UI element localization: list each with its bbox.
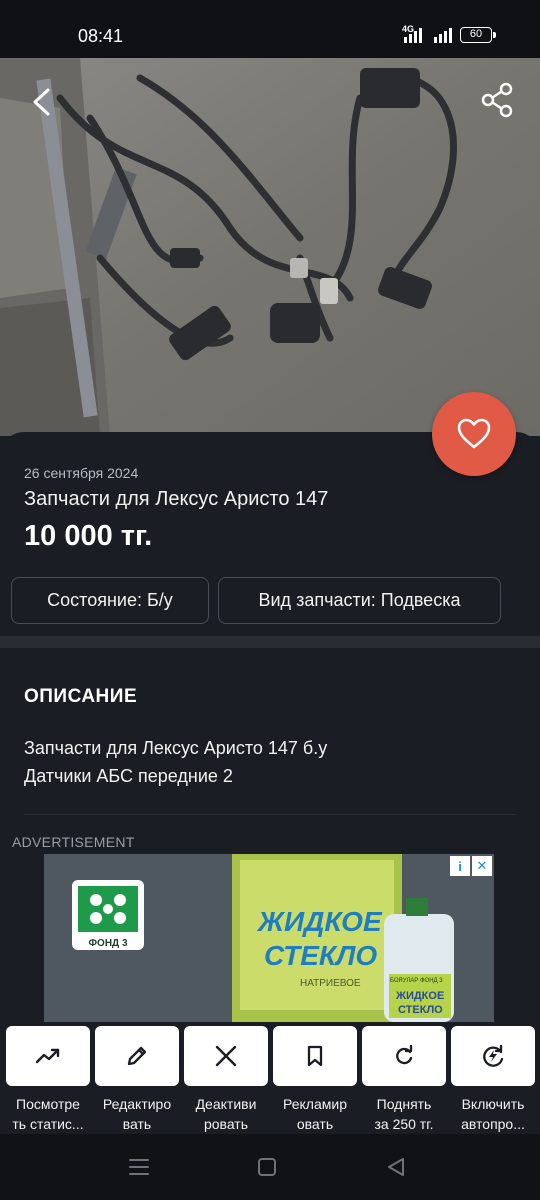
screen: { "status": { "time": "08:41", "network"… <box>0 0 540 1200</box>
listing-title: Запчасти для Лексус Аристо 147 <box>24 488 329 510</box>
action-edit-label: Редактиро вать <box>102 1096 172 1132</box>
action-deactivate[interactable]: Деактиви ровать <box>184 1026 268 1134</box>
auto-renew-icon <box>483 1044 504 1067</box>
action-bump[interactable]: Поднять за 250 тг. <box>362 1026 446 1134</box>
photo-image <box>0 58 540 436</box>
action-bump-label: Поднять за 250 тг. <box>374 1096 434 1132</box>
action-edit-button[interactable] <box>95 1026 179 1086</box>
action-auto-renew-button[interactable] <box>451 1026 535 1086</box>
ad-bottle-line1: ЖИДКОЕ <box>396 990 445 1002</box>
description-section <box>0 648 540 814</box>
status-time: 08:41 <box>78 26 124 46</box>
battery-icon: 60 <box>460 27 496 43</box>
favorite-button[interactable] <box>432 392 516 476</box>
action-view-stats-button[interactable] <box>6 1026 90 1086</box>
ad-product-sub: НАТРИЕВОЕ <box>300 978 361 989</box>
action-edit[interactable]: Редактиро вать <box>95 1026 179 1134</box>
status-bar: 08:41 4G 60 <box>0 0 540 58</box>
description-divider <box>24 814 516 815</box>
action-deactivate-label: Деактиви ровать <box>195 1096 257 1132</box>
ad-brand-caption: ФОНД 3 <box>88 938 128 949</box>
description-line-1: Запчасти для Лексус Аристо 147 б.у <box>24 738 328 758</box>
tag-condition: Состояние: Б/у <box>11 577 209 624</box>
action-deactivate-button[interactable] <box>184 1026 268 1086</box>
recent-apps-icon[interactable] <box>128 1157 150 1177</box>
action-view-stats-label: Посмотре ть статис... <box>12 1096 84 1132</box>
share-button[interactable] <box>478 80 518 120</box>
system-nav-bar <box>0 1134 540 1200</box>
listing-price: 10 000 тг. <box>24 520 153 552</box>
ad-close-icon[interactable]: ✕ <box>472 856 492 876</box>
chevron-left-icon <box>33 88 50 116</box>
pencil-icon <box>127 1046 147 1066</box>
ad-bottle-brand: БОЯУЛАР ФОНД 3 <box>390 978 443 984</box>
action-view-stats[interactable]: Посмотре ть статис... <box>6 1026 90 1134</box>
ad-banner[interactable]: ФОНД 3 ЖИДКОЕ СТЕКЛО НАТРИЕВОЕ БОЯУЛАР Ф… <box>44 854 494 1022</box>
back-nav-icon[interactable] <box>385 1156 407 1178</box>
description-line-2: Датчики АБС передние 2 <box>24 766 233 786</box>
action-promote-button[interactable] <box>273 1026 357 1086</box>
description-heading: ОПИСАНИЕ <box>24 686 138 707</box>
heart-icon <box>457 418 491 449</box>
ad-info-icon[interactable]: i <box>450 856 470 876</box>
ad-controls: i ✕ <box>450 856 492 876</box>
ad-label: ADVERTISEMENT <box>12 834 135 850</box>
action-bump-button[interactable] <box>362 1026 446 1086</box>
share-icon <box>481 82 513 118</box>
signal-icon-2 <box>434 27 452 43</box>
action-auto-renew[interactable]: Включить автопро... <box>451 1026 535 1134</box>
bookmark-icon <box>307 1045 323 1067</box>
trending-up-icon <box>35 1048 60 1064</box>
signal-icon <box>404 27 422 43</box>
ad-product-line1: ЖИДКОЕ <box>258 906 382 937</box>
close-icon <box>215 1045 237 1067</box>
ad-product-line2: СТЕКЛО <box>264 940 378 971</box>
refresh-icon <box>396 1044 413 1065</box>
battery-level: 60 <box>469 28 483 40</box>
product-photo[interactable] <box>0 58 540 436</box>
home-icon[interactable] <box>256 1156 278 1178</box>
action-promote[interactable]: Рекламир овать <box>273 1026 357 1134</box>
ad-bottle-line2: СТЕКЛО <box>398 1004 443 1016</box>
tag-part-type: Вид запчасти: Подвеска <box>218 577 501 624</box>
action-auto-renew-label: Включить автопро... <box>461 1096 525 1132</box>
ad-brand-logo: ФОНД 3 <box>72 880 144 950</box>
listing-date: 26 сентября 2024 <box>24 465 139 481</box>
action-promote-label: Рекламир овать <box>283 1096 347 1132</box>
back-button[interactable] <box>22 82 62 122</box>
section-divider <box>0 636 540 648</box>
